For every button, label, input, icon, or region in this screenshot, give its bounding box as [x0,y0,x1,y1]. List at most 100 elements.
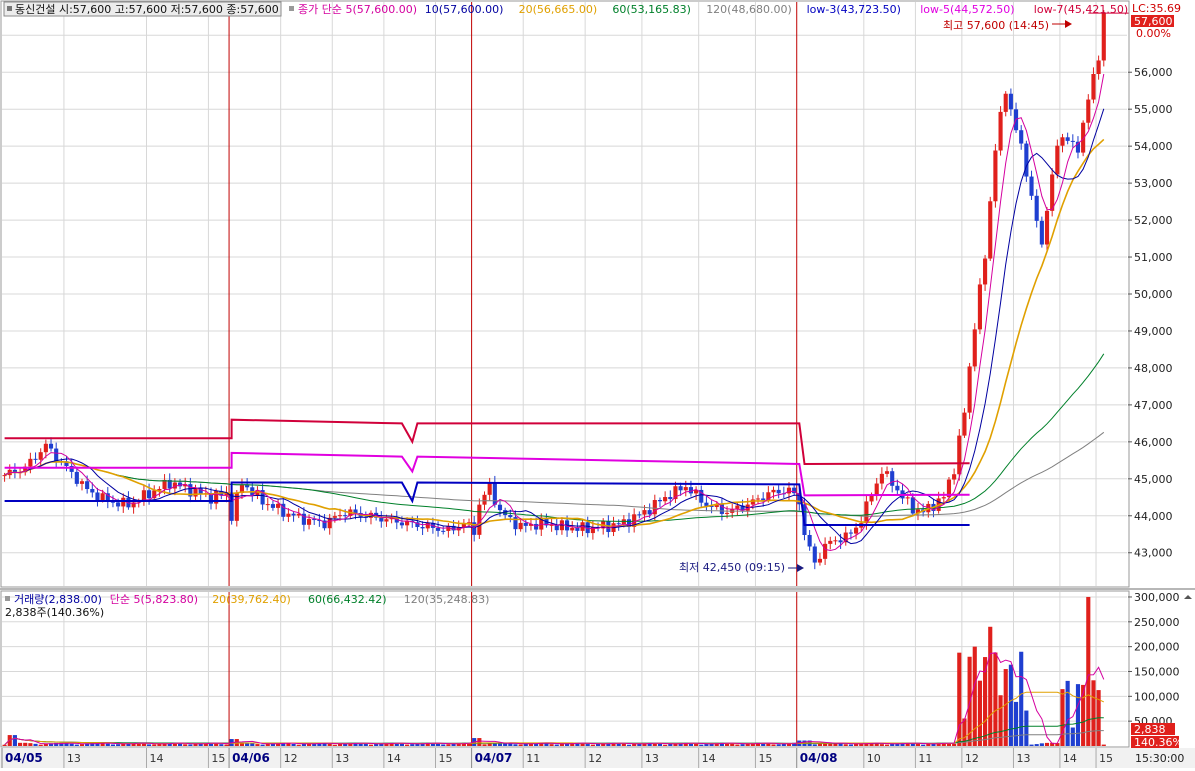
candle-body[interactable] [616,523,621,525]
candle-body[interactable] [771,489,776,493]
volume-bar[interactable] [296,744,301,746]
volume-bar[interactable] [224,744,229,746]
candle-body[interactable] [838,540,843,543]
volume-bar[interactable] [116,744,121,746]
candle-body[interactable] [384,519,389,522]
volume-bar[interactable] [74,744,79,746]
candle-body[interactable] [441,530,446,532]
volume-bar[interactable] [69,743,74,746]
candle-body[interactable] [1055,145,1060,175]
volume-bar[interactable] [28,743,33,746]
candle-body[interactable] [1086,99,1091,123]
candle-body[interactable] [1039,220,1044,245]
volume-bar[interactable] [730,743,735,746]
volume-bar[interactable] [621,743,626,746]
volume-bar[interactable] [657,743,663,746]
candle-body[interactable] [487,482,492,495]
volume-bar[interactable] [1008,664,1013,746]
volume-bar[interactable] [23,742,28,746]
volume-bar[interactable] [441,744,446,746]
volume-bar[interactable] [585,744,590,746]
volume-bar[interactable] [988,626,993,746]
candle-body[interactable] [647,510,652,515]
volume-bar[interactable] [766,743,771,746]
volume-bar[interactable] [79,744,85,746]
volume-bar[interactable] [921,744,926,746]
candle-body[interactable] [683,487,688,491]
volume-bar[interactable] [17,742,23,746]
candle-body[interactable] [848,532,853,534]
volume-bar[interactable] [740,744,745,746]
volume-bar[interactable] [1075,684,1081,746]
candle-body[interactable] [492,482,497,505]
candle-body[interactable] [420,527,425,529]
candle-body[interactable] [193,488,198,497]
volume-bar[interactable] [1024,710,1029,746]
candle-body[interactable] [823,543,828,559]
volume-bar[interactable] [518,744,523,746]
candle-body[interactable] [518,522,523,530]
volume-bar[interactable] [33,743,38,746]
volume-bar[interactable] [12,735,17,746]
candle-body[interactable] [895,485,900,491]
volume-bar[interactable] [327,743,332,746]
candle-body[interactable] [807,534,812,547]
candle-body[interactable] [817,558,823,563]
candle-body[interactable] [735,505,740,509]
candle-body[interactable] [523,522,528,526]
volume-bar[interactable] [38,744,43,746]
volume-bar[interactable] [399,743,405,746]
volume-bar[interactable] [260,744,265,746]
volume-bar[interactable] [1044,742,1050,746]
volume-bar[interactable] [1086,596,1091,746]
volume-bar[interactable] [188,744,193,746]
volume-bar[interactable] [1091,680,1096,746]
volume-bar[interactable] [554,744,559,746]
volume-bar[interactable] [663,744,668,746]
candle-body[interactable] [1034,195,1039,221]
volume-bar[interactable] [219,744,224,746]
volume-bar[interactable] [915,744,921,746]
volume-bar[interactable] [812,744,817,746]
candle-body[interactable] [1091,73,1096,100]
candle-body[interactable] [833,540,838,542]
candle-body[interactable] [1101,13,1106,61]
volume-bar[interactable] [147,744,152,746]
candle-body[interactable] [1029,176,1034,196]
candle-body[interactable] [941,497,946,499]
candle-body[interactable] [905,497,910,499]
candle-body[interactable] [761,498,766,501]
candle-body[interactable] [678,486,683,491]
volume-bar[interactable] [446,744,451,746]
candle-body[interactable] [425,522,430,529]
volume-bar[interactable] [1101,744,1106,746]
candle-body[interactable] [270,504,275,508]
volume-bar[interactable] [590,744,595,746]
volume-bar[interactable] [549,744,554,746]
volume-bar[interactable] [152,744,157,746]
volume-bar[interactable] [1070,727,1075,746]
candle-body[interactable] [337,515,343,517]
candle-body[interactable] [48,443,54,449]
volume-bar[interactable] [1029,744,1034,746]
candle-body[interactable] [972,329,977,367]
volume-bar[interactable] [838,743,843,746]
candle-body[interactable] [38,452,43,460]
candle-body[interactable] [379,517,384,522]
volume-bar[interactable] [668,743,673,746]
volume-bar[interactable] [374,744,379,746]
candle-body[interactable] [74,471,79,484]
volume-bar[interactable] [1034,744,1039,746]
candle-body[interactable] [95,492,100,501]
volume-bar[interactable] [43,744,48,746]
volume-bar[interactable] [699,744,704,746]
volume-bar[interactable] [105,743,110,746]
candle-body[interactable] [663,497,668,502]
volume-bar[interactable] [141,743,146,746]
volume-bar[interactable] [977,680,982,746]
volume-bar[interactable] [704,744,709,746]
candle-body[interactable] [436,527,441,531]
candle-body[interactable] [399,522,405,526]
volume-bar[interactable] [1065,680,1070,746]
volume-bar[interactable] [952,743,957,746]
